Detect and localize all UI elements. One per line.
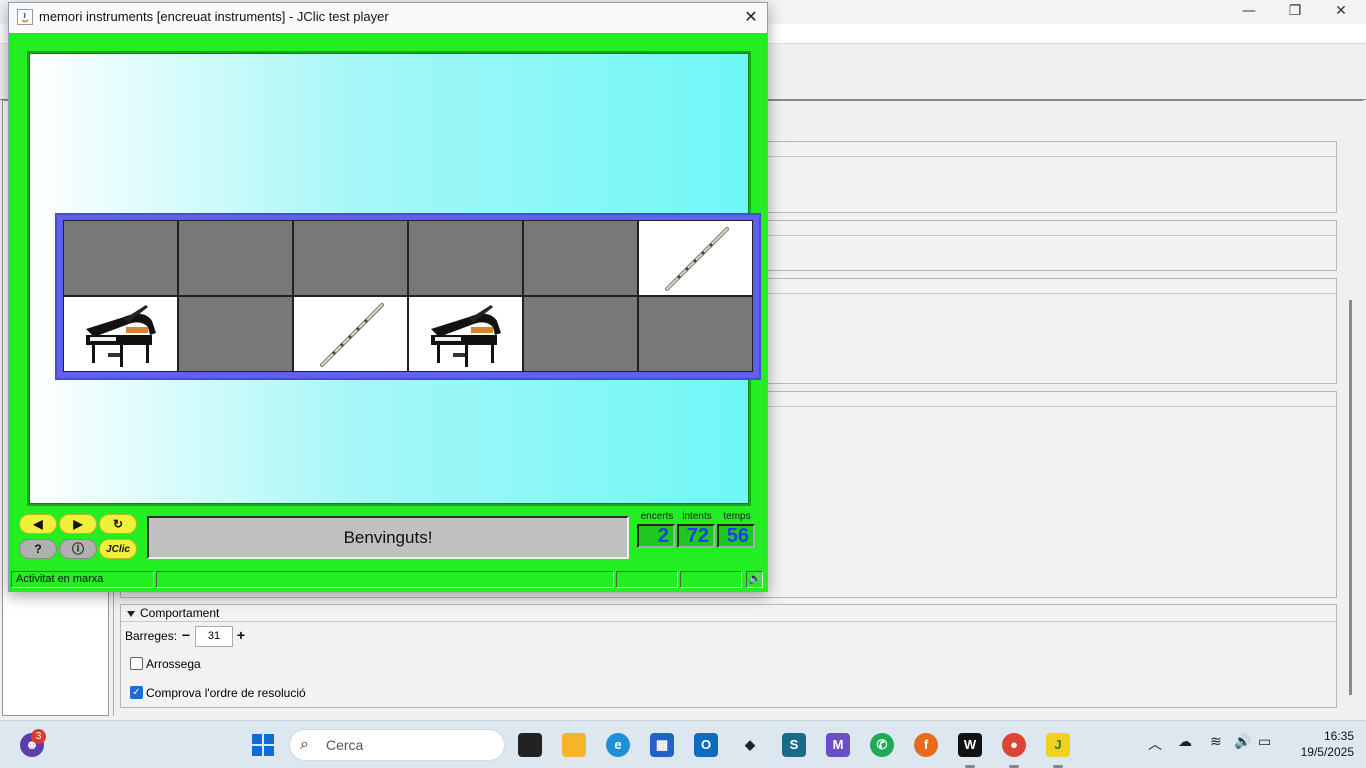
store-icon[interactable]: ▦ xyxy=(650,733,674,757)
activity-stage xyxy=(27,51,761,506)
memory-card-hidden[interactable] xyxy=(523,296,638,372)
notification-badge: 3 xyxy=(31,729,46,744)
collapse-triangle-icon xyxy=(127,610,135,617)
order-checkbox[interactable]: ✓ xyxy=(130,686,143,699)
next-activity-button[interactable]: ▶ xyxy=(59,514,97,534)
edge-icon[interactable]: e xyxy=(606,733,630,757)
outlook-icon[interactable]: O xyxy=(694,733,718,757)
drag-checkbox[interactable] xyxy=(130,657,143,670)
app-s-icon[interactable]: S xyxy=(782,733,806,757)
memory-card-hidden[interactable] xyxy=(523,220,638,296)
webex-icon[interactable]: W xyxy=(958,733,982,757)
status-field xyxy=(616,571,678,588)
memory-card-hidden[interactable] xyxy=(63,220,178,296)
jclic-player-window: memori instruments [encreuat instruments… xyxy=(8,2,768,592)
search-placeholder: Cerca xyxy=(326,737,364,753)
task-view-icon[interactable] xyxy=(518,733,542,757)
chrome-icon[interactable]: ● xyxy=(1002,733,1026,757)
firefox-icon[interactable]: f xyxy=(914,733,938,757)
behaviour-panel: Comportament Barreges: − 31 + Arrossega … xyxy=(120,604,1337,708)
wifi-icon[interactable]: ≋ xyxy=(1210,734,1222,750)
battery-icon[interactable]: ▭ xyxy=(1258,734,1271,750)
message-box: Benvinguts! xyxy=(147,516,629,559)
volume-icon[interactable]: 🔊 xyxy=(1234,734,1251,750)
shuffle-increment-button[interactable]: + xyxy=(234,628,248,643)
taskbar: ☻ 3 ⌕ Cerca e ▦ O ◆ S M ✆ f W ● J ︿ ☁ ≋ … xyxy=(0,720,1366,768)
minimize-button[interactable]: — xyxy=(1226,0,1272,24)
info-button[interactable]: ⓘ xyxy=(59,539,97,559)
shuffle-input[interactable]: 31 xyxy=(195,626,233,647)
status-field xyxy=(680,571,742,588)
time-label: temps xyxy=(723,511,751,522)
tries-counter: 72 xyxy=(677,524,715,548)
java-icon xyxy=(17,9,33,25)
clock-time[interactable]: 16:35 xyxy=(1288,729,1354,743)
hits-label: encerts xyxy=(640,511,674,522)
player-frame: ◀ ▶ ↻ ? ⓘ JClic Benvinguts! encerts 2 in… xyxy=(9,33,767,592)
hits-counter: 2 xyxy=(637,524,675,548)
drag-label: Arrossega xyxy=(146,657,201,671)
flute-icon xyxy=(665,227,729,291)
status-text: Activitat en marxa xyxy=(11,571,154,588)
memory-card-revealed[interactable] xyxy=(408,296,523,372)
grand-piano-icon xyxy=(431,305,501,367)
whatsapp-icon[interactable]: ✆ xyxy=(870,733,894,757)
jclic-icon[interactable]: J xyxy=(1046,733,1070,757)
memory-card-revealed[interactable] xyxy=(293,296,408,372)
memory-card-hidden[interactable] xyxy=(408,220,523,296)
flute-icon xyxy=(320,303,384,367)
player-statusbar: Activitat en marxa 🔊 xyxy=(11,569,765,589)
memory-card-hidden[interactable] xyxy=(178,296,293,372)
search-icon: ⌕ xyxy=(300,736,309,753)
player-close-button[interactable]: ✕ xyxy=(739,5,763,29)
memory-card-hidden[interactable] xyxy=(638,296,753,372)
help-button[interactable]: ? xyxy=(19,539,57,559)
file-explorer-icon[interactable] xyxy=(562,733,586,757)
previous-activity-button[interactable]: ◀ xyxy=(19,514,57,534)
dropbox-icon[interactable]: ◆ xyxy=(738,733,762,757)
player-title: memori instruments [encreuat instruments… xyxy=(39,9,389,24)
status-progress-field xyxy=(156,571,614,588)
memory-card-hidden[interactable] xyxy=(178,220,293,296)
clock-date[interactable]: 19/5/2025 xyxy=(1288,745,1354,759)
memory-card-revealed[interactable] xyxy=(63,296,178,372)
shuffle-label: Barreges: xyxy=(125,629,178,643)
memory-card-hidden[interactable] xyxy=(293,220,408,296)
behaviour-header[interactable]: Comportament xyxy=(121,605,1336,622)
time-counter: 56 xyxy=(717,524,755,548)
taskbar-search-input[interactable]: ⌕ Cerca xyxy=(289,729,505,761)
tries-label: intents xyxy=(682,511,712,522)
memory-grid xyxy=(63,220,753,372)
behaviour-title: Comportament xyxy=(140,606,220,620)
restart-activity-button[interactable]: ↻ xyxy=(99,514,137,534)
sound-icon[interactable]: 🔊 xyxy=(746,571,763,588)
order-label: Comprova l'ordre de resolució xyxy=(146,686,306,700)
shuffle-decrement-button[interactable]: − xyxy=(179,628,193,643)
start-icon[interactable] xyxy=(251,733,275,757)
memory-card-revealed[interactable] xyxy=(638,220,753,296)
close-editor-button[interactable]: ✕ xyxy=(1318,0,1364,24)
grand-piano-icon xyxy=(86,305,156,367)
memory-board xyxy=(55,213,761,380)
jclic-about-button[interactable]: JClic xyxy=(99,539,137,559)
onedrive-icon[interactable]: ☁ xyxy=(1178,734,1192,750)
show-hidden-icons-chevron-icon[interactable]: ︿ xyxy=(1148,734,1162,754)
m365-icon[interactable]: M xyxy=(826,733,850,757)
editor-scrollbar[interactable] xyxy=(1349,300,1352,695)
player-titlebar: memori instruments [encreuat instruments… xyxy=(9,3,767,31)
restore-button[interactable]: ❐ xyxy=(1272,0,1318,24)
